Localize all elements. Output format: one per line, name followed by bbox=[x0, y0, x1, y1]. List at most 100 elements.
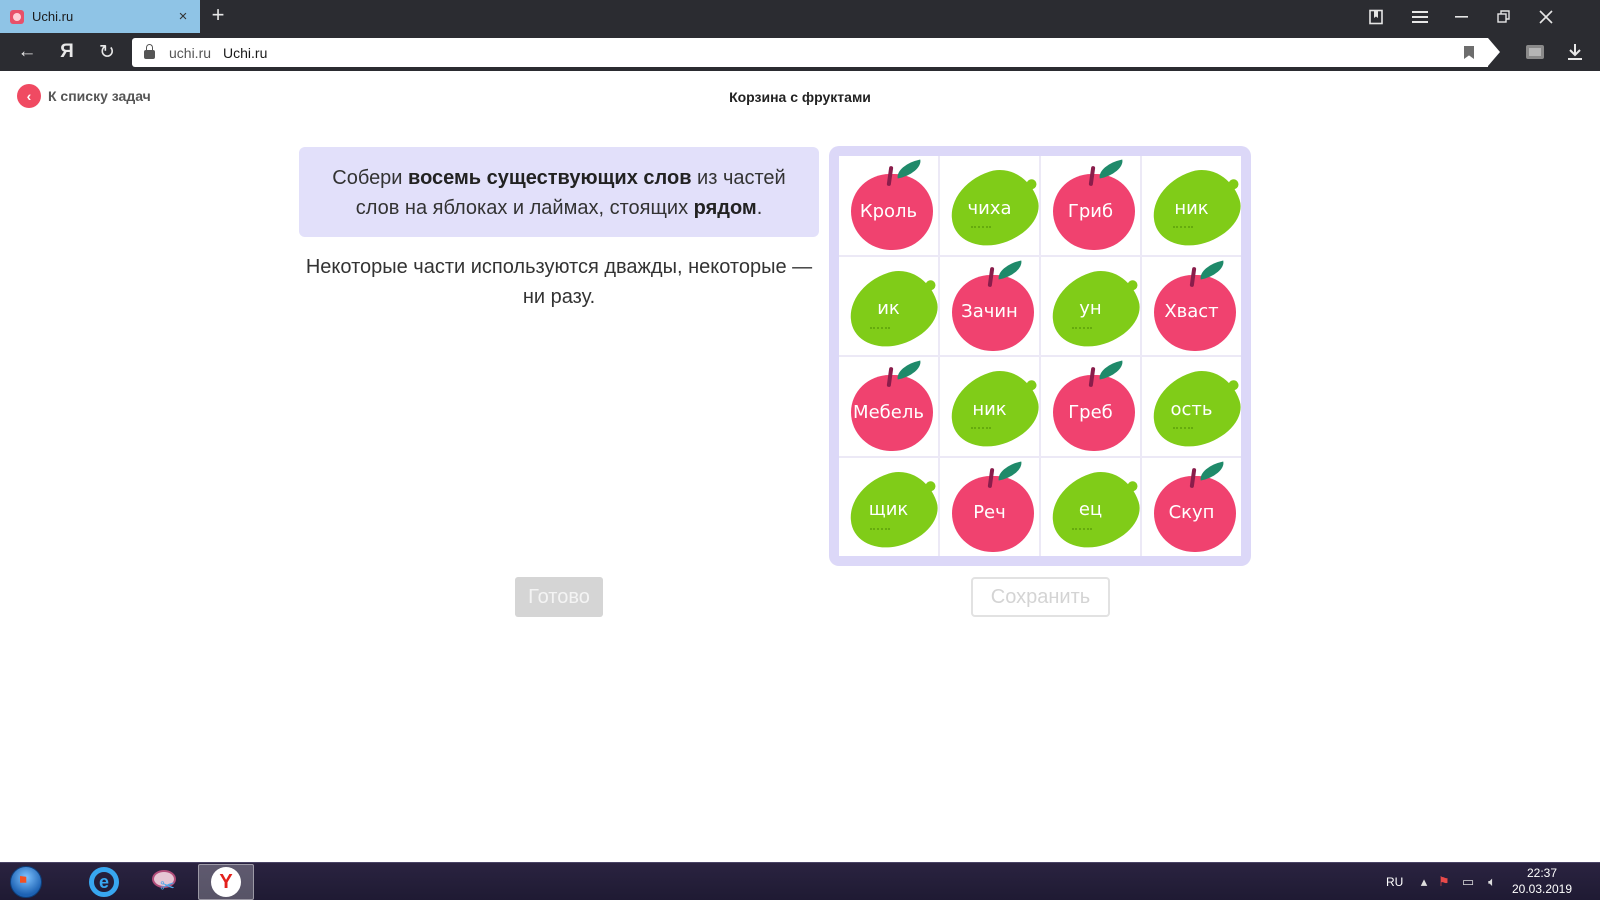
grid-cell[interactable]: Хваст bbox=[1142, 256, 1241, 355]
fruit-word-part: Мебель bbox=[853, 401, 924, 423]
new-tab-button[interactable]: + bbox=[206, 4, 230, 28]
start-button[interactable] bbox=[6, 864, 46, 900]
show-hidden-icons-icon[interactable]: ▴ bbox=[1416, 874, 1432, 890]
grid-cell[interactable]: ость bbox=[1142, 357, 1249, 458]
apple-icon[interactable]: Зачин bbox=[947, 260, 1034, 351]
bookmarks-panel-icon[interactable] bbox=[1354, 0, 1398, 33]
apple-icon[interactable]: Хваст bbox=[1149, 260, 1236, 351]
fruit-word-part: щик bbox=[868, 499, 909, 521]
page-title: Корзина с фруктами bbox=[729, 89, 871, 105]
grid-cell[interactable]: Греб bbox=[1041, 357, 1140, 456]
fruit-word-part: Зачин bbox=[961, 301, 1018, 323]
lime-icon[interactable]: ость bbox=[1142, 361, 1249, 458]
grid-cell[interactable]: Скуп bbox=[1142, 457, 1241, 556]
lime-icon[interactable]: ник bbox=[1142, 160, 1249, 257]
grid-cell[interactable]: Реч bbox=[940, 457, 1039, 556]
task-hint: Некоторые части используются дважды, нек… bbox=[305, 256, 813, 308]
fruit-word-part: Греб bbox=[1068, 401, 1113, 423]
apple-icon[interactable]: Скуп bbox=[1149, 461, 1236, 552]
fruit-word-part: Реч bbox=[973, 502, 1006, 524]
fruit-word-part: Скуп bbox=[1168, 502, 1215, 524]
grid-cell[interactable]: ник bbox=[940, 357, 1047, 458]
task-text: . bbox=[756, 197, 763, 219]
grid-cell[interactable]: Зачин bbox=[940, 256, 1039, 355]
apple-icon[interactable]: Греб bbox=[1048, 360, 1135, 452]
reload-icon[interactable]: ↻ bbox=[92, 37, 122, 67]
back-to-task-list-link[interactable]: ‹ К списку задач bbox=[17, 84, 151, 108]
fruit-word-part: Кроль bbox=[859, 200, 918, 222]
clock-time: 22:37 bbox=[1526, 866, 1558, 880]
back-arrow-icon[interactable]: ← bbox=[12, 37, 42, 67]
fruit-word-part: ец bbox=[1078, 499, 1103, 521]
back-link-label: К списку задач bbox=[48, 88, 151, 104]
fruit-word-part: ун bbox=[1079, 298, 1102, 320]
taskbar-app-snipping[interactable] bbox=[136, 864, 192, 900]
address-page-title: Uchi.ru bbox=[223, 44, 268, 61]
language-indicator[interactable]: RU bbox=[1386, 863, 1403, 900]
taskbar-clock[interactable]: 22:37 20.03.2019 bbox=[1502, 865, 1582, 897]
grid-cell[interactable]: Мебель bbox=[839, 357, 938, 456]
grid-cell[interactable]: Кроль bbox=[839, 156, 938, 255]
grid-cell[interactable]: ун bbox=[1041, 256, 1148, 357]
volume-icon[interactable]: 🔈︎ bbox=[1484, 874, 1500, 890]
yandex-logo-icon[interactable]: Я bbox=[52, 37, 82, 67]
fruit-word-part: ник bbox=[972, 398, 1007, 420]
lime-icon[interactable]: ец bbox=[1041, 461, 1148, 558]
fruit-word-part: Хваст bbox=[1164, 301, 1219, 323]
browser-nav-bar: ← Я ↻ uchi.ru Uchi.ru bbox=[0, 33, 1600, 71]
done-button[interactable]: Готово bbox=[515, 577, 603, 617]
network-icon[interactable]: ▭ bbox=[1460, 874, 1476, 890]
lime-icon[interactable]: ун bbox=[1041, 260, 1148, 357]
apple-icon[interactable]: Гриб bbox=[1048, 159, 1135, 251]
restore-icon[interactable] bbox=[1482, 0, 1526, 33]
apple-icon[interactable]: Мебель bbox=[846, 360, 933, 452]
grid-cell[interactable]: Гриб bbox=[1041, 156, 1140, 255]
lime-icon[interactable]: щик bbox=[839, 461, 946, 558]
fruit-word-part: ость bbox=[1170, 398, 1213, 420]
extension-icon[interactable] bbox=[1520, 37, 1550, 67]
grid-cell[interactable]: ник bbox=[1142, 156, 1249, 257]
fruit-word-part: Гриб bbox=[1067, 200, 1114, 222]
snipping-tool-icon bbox=[150, 868, 178, 897]
address-bar-tip bbox=[1488, 38, 1500, 66]
lime-icon[interactable]: ник bbox=[940, 361, 1047, 458]
uchi-favicon-icon bbox=[10, 9, 24, 24]
tab-title: Uchi.ru bbox=[32, 9, 74, 24]
internet-explorer-icon: e bbox=[89, 867, 119, 897]
taskbar-app-ie[interactable]: e bbox=[76, 864, 132, 900]
save-button[interactable]: Сохранить bbox=[971, 577, 1110, 617]
windows-start-icon bbox=[10, 866, 42, 898]
action-center-flag-icon[interactable]: ⚑ bbox=[1436, 874, 1452, 890]
apple-icon[interactable]: Реч bbox=[947, 461, 1034, 552]
bookmark-icon[interactable] bbox=[1464, 46, 1474, 59]
tab-close-icon[interactable]: × bbox=[172, 6, 194, 28]
task-instruction: Собери восемь существующих слов из часте… bbox=[299, 147, 819, 237]
grid-cell[interactable]: чиха bbox=[940, 156, 1047, 257]
lime-icon[interactable]: ик bbox=[839, 260, 946, 357]
fruit-word-part: ик bbox=[877, 298, 900, 320]
address-bar[interactable]: uchi.ru Uchi.ru bbox=[132, 38, 1488, 67]
fruit-grid: Кроль чиха Гриб ник ик Зачин ун Хваст Мебель ник Г… bbox=[839, 156, 1249, 558]
chevron-left-icon: ‹ bbox=[17, 84, 41, 108]
lock-icon bbox=[144, 44, 155, 59]
download-icon[interactable] bbox=[1560, 37, 1590, 67]
minimize-icon[interactable] bbox=[1440, 0, 1484, 33]
task-text: Собери bbox=[332, 167, 409, 189]
task-emphasis: рядом bbox=[693, 197, 757, 219]
grid-cell[interactable]: щик bbox=[839, 457, 946, 558]
grid-cell[interactable]: ец bbox=[1041, 457, 1148, 558]
menu-icon[interactable] bbox=[1398, 0, 1442, 33]
windows-taskbar: e Y RU ▴ ⚑ ▭ 🔈︎ 22:37 20.03.2019 bbox=[0, 862, 1600, 900]
lime-icon[interactable]: чиха bbox=[940, 160, 1047, 257]
browser-tab[interactable]: Uchi.ru × bbox=[0, 0, 200, 33]
close-window-icon[interactable] bbox=[1524, 0, 1568, 33]
apple-icon[interactable]: Кроль bbox=[846, 159, 933, 251]
clock-date: 20.03.2019 bbox=[1511, 882, 1573, 896]
fruit-board: Кроль чиха Гриб ник ик Зачин ун Хваст Мебель ник Г… bbox=[829, 146, 1251, 566]
browser-tab-bar: Uchi.ru × + bbox=[0, 0, 1600, 33]
task-emphasis: восемь существующих слов bbox=[408, 167, 692, 189]
address-domain: uchi.ru bbox=[169, 44, 212, 61]
grid-cell[interactable]: ик bbox=[839, 256, 946, 357]
yandex-browser-icon: Y bbox=[211, 867, 241, 897]
taskbar-app-yandex[interactable]: Y bbox=[198, 864, 254, 900]
